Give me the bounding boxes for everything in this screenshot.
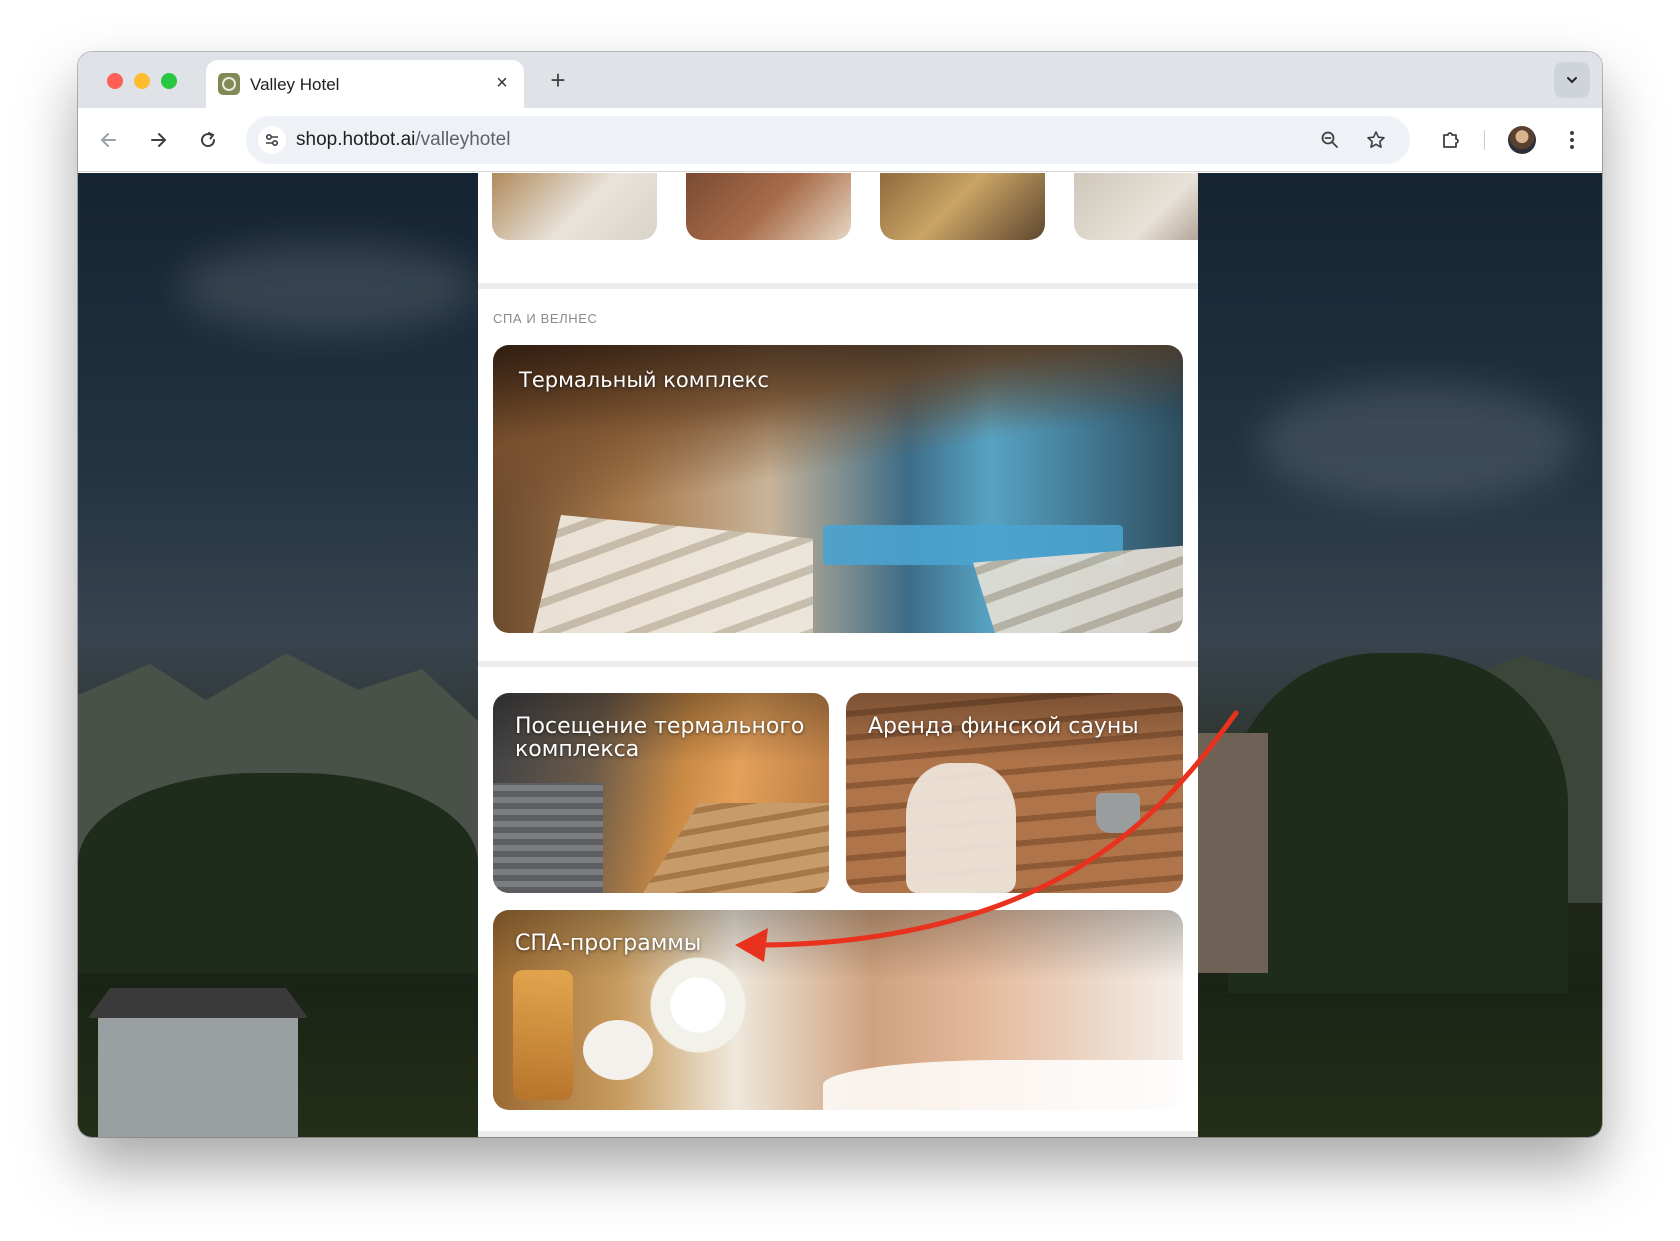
loungers-illustration — [533, 515, 813, 633]
section-divider — [478, 661, 1198, 667]
page-viewport: СПА И ВЕЛНЕС Термальный комплекс Посещен… — [78, 173, 1602, 1137]
card-title: Аренда финской сауны — [868, 714, 1139, 739]
avatar[interactable] — [1508, 126, 1536, 154]
tune-icon[interactable] — [258, 126, 286, 154]
restaurant-card[interactable] — [880, 173, 1045, 240]
sauna-wall-illustration — [493, 783, 603, 893]
card-title: СПА-программы — [515, 931, 702, 956]
finnish-sauna-card[interactable]: Аренда финской сауны — [846, 693, 1183, 893]
tab-close-icon[interactable]: × — [490, 71, 514, 95]
card-title: Посещение термального комплекса — [515, 714, 805, 762]
kebab-menu-icon[interactable] — [1556, 124, 1588, 156]
background-house — [98, 1013, 298, 1137]
spa-programs-card[interactable]: СПА-программы — [493, 910, 1183, 1110]
browser-window: Valley Hotel × + shop.hotbot.ai/valleyho… — [78, 52, 1602, 1137]
favicon-icon — [218, 73, 240, 95]
toolbar-divider — [1484, 130, 1485, 150]
reload-icon[interactable] — [192, 124, 224, 156]
star-icon[interactable] — [1362, 126, 1390, 154]
arrow-right-icon[interactable] — [142, 124, 174, 156]
chevron-down-icon[interactable] — [1554, 62, 1590, 98]
url-path: /valleyhotel — [415, 129, 511, 150]
bucket-illustration — [1096, 793, 1140, 833]
background-roof — [88, 988, 308, 1018]
person-illustration — [906, 763, 1016, 893]
tab-strip: Valley Hotel × + — [78, 52, 1602, 108]
bench-illustration — [643, 803, 829, 893]
new-tab-button[interactable]: + — [544, 66, 572, 94]
url-host: shop.hotbot.ai — [296, 129, 416, 150]
background-cloud — [178, 243, 478, 333]
towel-illustration — [823, 1060, 1183, 1110]
puzzle-icon[interactable] — [1435, 124, 1467, 156]
background-forest — [78, 773, 478, 973]
browser-toolbar: shop.hotbot.ai/valleyhotel — [78, 108, 1602, 172]
thermal-complex-card[interactable]: Термальный комплекс — [493, 345, 1183, 633]
restaurant-card[interactable] — [492, 173, 657, 240]
minimize-window-button[interactable] — [134, 73, 150, 89]
section-title: СПА И ВЕЛНЕС — [493, 311, 598, 326]
maximize-window-button[interactable] — [161, 73, 177, 89]
url-text: shop.hotbot.ai/valleyhotel — [296, 129, 510, 151]
oil-bottle-illustration — [513, 970, 573, 1100]
background-cloud — [1258, 383, 1578, 503]
background-building — [1198, 733, 1268, 973]
close-window-button[interactable] — [107, 73, 123, 89]
content-panel: СПА И ВЕЛНЕС Термальный комплекс Посещен… — [478, 173, 1198, 1137]
section-divider — [478, 283, 1198, 289]
address-bar[interactable]: shop.hotbot.ai/valleyhotel — [246, 116, 1410, 164]
restaurant-card[interactable] — [686, 173, 851, 240]
background-tree — [1228, 653, 1568, 993]
zoom-out-icon[interactable] — [1316, 126, 1344, 154]
tab-title: Valley Hotel — [250, 75, 340, 94]
section-divider — [478, 1131, 1198, 1137]
restaurant-card[interactable] — [1074, 173, 1198, 240]
card-title: Термальный комплекс — [519, 368, 769, 392]
tab-valley-hotel[interactable]: Valley Hotel × — [206, 60, 524, 108]
arrow-left-icon[interactable] — [93, 124, 125, 156]
thermal-visit-card[interactable]: Посещение термального комплекса — [493, 693, 829, 893]
flower-illustration — [643, 950, 753, 1060]
